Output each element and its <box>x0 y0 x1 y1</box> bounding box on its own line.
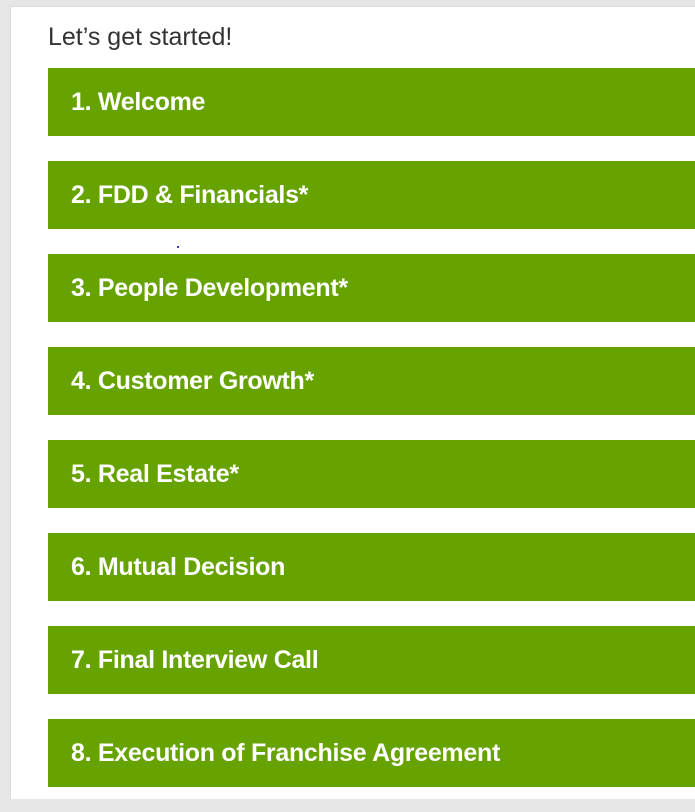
step-label: 7. Final Interview Call <box>71 645 319 674</box>
step-people-development[interactable]: 3. People Development* <box>48 254 695 322</box>
step-final-interview-call[interactable]: 7. Final Interview Call <box>48 626 695 694</box>
step-label: 3. People Development* <box>71 273 348 302</box>
step-label: 5. Real Estate* <box>71 459 239 488</box>
step-label: 8. Execution of Franchise Agreement <box>71 738 500 767</box>
step-real-estate[interactable]: 5. Real Estate* <box>48 440 695 508</box>
steps-panel: Let’s get started! 1. Welcome 2. FDD & F… <box>10 6 695 799</box>
step-customer-growth[interactable]: 4. Customer Growth* <box>48 347 695 415</box>
step-label: 4. Customer Growth* <box>71 366 314 395</box>
step-label: 2. FDD & Financials* <box>71 180 309 209</box>
step-mutual-decision[interactable]: 6. Mutual Decision <box>48 533 695 601</box>
step-fdd-financials[interactable]: 2. FDD & Financials* <box>48 161 695 229</box>
page-heading: Let’s get started! <box>48 23 233 51</box>
stray-dot <box>177 246 179 248</box>
step-welcome[interactable]: 1. Welcome <box>48 68 695 136</box>
steps-list: 1. Welcome 2. FDD & Financials* 3. Peopl… <box>48 68 695 812</box>
step-execution-franchise-agreement[interactable]: 8. Execution of Franchise Agreement <box>48 719 695 787</box>
step-label: 6. Mutual Decision <box>71 552 286 581</box>
step-label: 1. Welcome <box>71 87 206 116</box>
